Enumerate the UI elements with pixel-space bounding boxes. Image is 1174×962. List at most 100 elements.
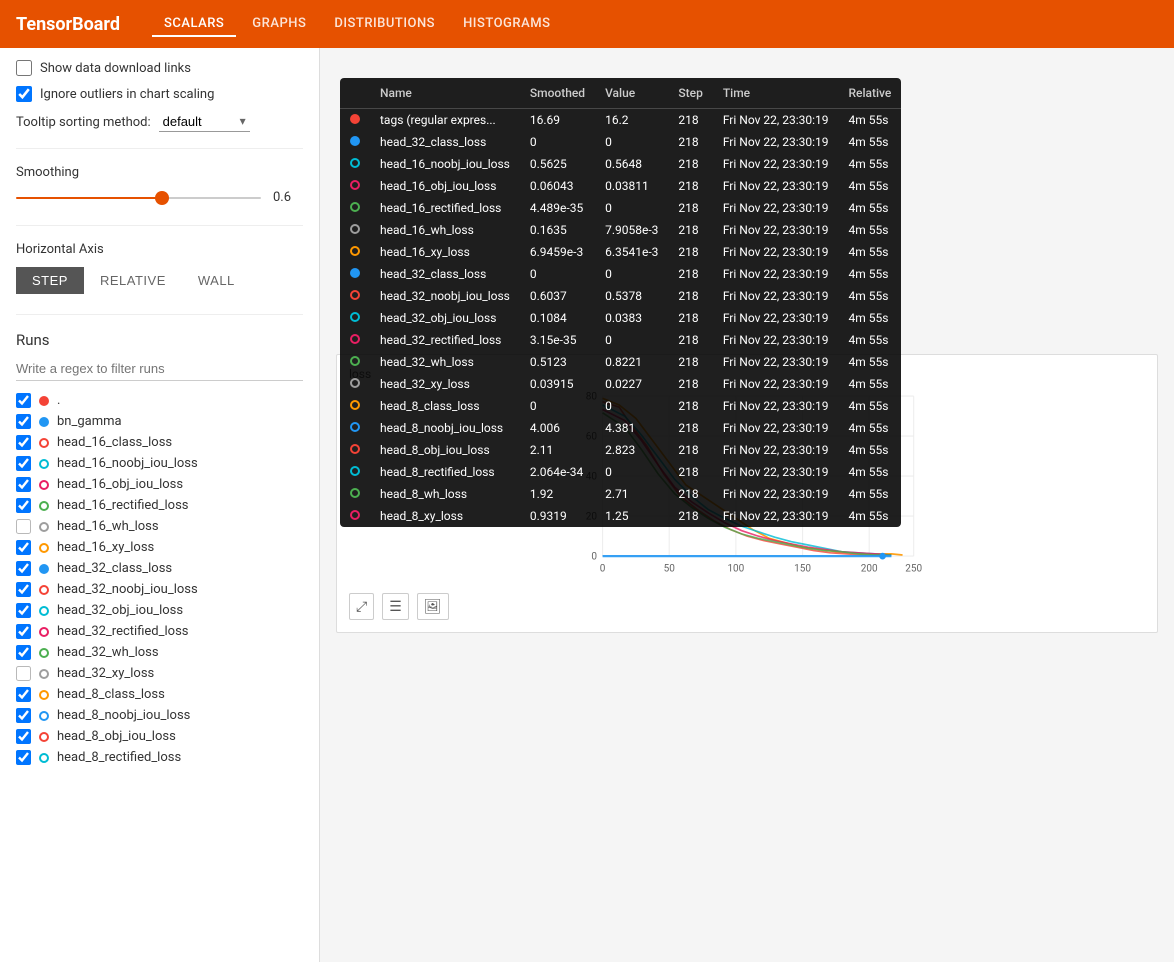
run-checkbox[interactable] (16, 582, 31, 597)
axis-btn-wall[interactable]: WALL (182, 267, 251, 294)
run-checkbox[interactable] (16, 498, 31, 513)
run-item: head_16_class_loss (16, 435, 303, 450)
tooltip-cell: Fri Nov 22, 23:30:19 (713, 307, 839, 329)
run-checkbox[interactable] (16, 519, 31, 534)
col-relative: Relative (838, 78, 901, 109)
tooltip-cell: Fri Nov 22, 23:30:19 (713, 175, 839, 197)
svg-text:0: 0 (600, 564, 606, 575)
tooltip-row: head_8_rectified_loss2.064e-340218Fri No… (340, 461, 901, 483)
run-checkbox[interactable] (16, 477, 31, 492)
run-color-indicator (39, 543, 49, 553)
run-color-indicator (39, 438, 49, 448)
smoothing-slider[interactable] (16, 197, 261, 199)
run-label: head_16_xy_loss (57, 540, 154, 555)
tooltip-row: head_32_class_loss00218Fri Nov 22, 23:30… (340, 131, 901, 153)
tooltip-cell: head_8_rectified_loss (370, 461, 520, 483)
run-color-indicator (39, 459, 49, 469)
tooltip-cell: 218 (668, 153, 712, 175)
axis-btn-relative[interactable]: RELATIVE (84, 267, 182, 294)
tooltip-cell: 4m 55s (838, 241, 901, 263)
tooltip-cell: 218 (668, 109, 712, 132)
tooltip-cell: 218 (668, 417, 712, 439)
tooltip-cell: 218 (668, 131, 712, 153)
tooltip-cell: 0 (595, 329, 668, 351)
run-checkbox[interactable] (16, 750, 31, 765)
tooltip-sorting-select[interactable]: default ascending descending (159, 112, 250, 132)
svg-text:50: 50 (664, 564, 676, 575)
col-name (340, 78, 370, 109)
axis-btn-step[interactable]: STEP (16, 267, 84, 294)
tooltip-cell: 0.1084 (520, 307, 595, 329)
tooltip-row: head_8_noobj_iou_loss4.0064.381218Fri No… (340, 417, 901, 439)
run-checkbox[interactable] (16, 687, 31, 702)
horizontal-axis-section: Horizontal Axis STEP RELATIVE WALL (16, 242, 303, 294)
run-label: head_8_rectified_loss (57, 750, 181, 765)
tooltip-cell: 0 (595, 197, 668, 219)
expand-button[interactable]: ⤢ (349, 593, 374, 620)
run-label: head_32_xy_loss (57, 666, 154, 681)
run-checkbox[interactable] (16, 729, 31, 744)
ignore-outliers-checkbox[interactable] (16, 86, 32, 102)
run-item: head_16_rectified_loss (16, 498, 303, 513)
tooltip-cell: head_8_wh_loss (370, 483, 520, 505)
run-checkbox[interactable] (16, 414, 31, 429)
tooltip-cell: head_32_obj_iou_loss (370, 307, 520, 329)
tooltip-cell: 4.006 (520, 417, 595, 439)
tooltip-cell: 0.5648 (595, 153, 668, 175)
tooltip-cell: 4m 55s (838, 417, 901, 439)
tooltip-cell: head_16_xy_loss (370, 241, 520, 263)
tooltip-cell: head_8_xy_loss (370, 505, 520, 527)
run-item: head_16_xy_loss (16, 540, 303, 555)
hover-tooltip: Name Smoothed Value Step Time Relative t… (340, 78, 901, 527)
run-color-indicator (39, 690, 49, 700)
run-item: . (16, 393, 303, 408)
run-checkbox[interactable] (16, 603, 31, 618)
image-button[interactable]: 🖼 (417, 593, 449, 620)
smoothing-section: Smoothing 0.6 (16, 165, 303, 205)
tooltip-tbody: tags (regular expres...16.6916.2218Fri N… (340, 109, 901, 528)
tooltip-sorting-select-wrapper[interactable]: default ascending descending (159, 112, 250, 132)
run-color-indicator (39, 585, 49, 595)
tooltip-cell: 0 (520, 131, 595, 153)
tooltip-cell: 0.0383 (595, 307, 668, 329)
tooltip-cell: head_32_rectified_loss (370, 329, 520, 351)
run-checkbox[interactable] (16, 393, 31, 408)
tooltip-cell: 0.8221 (595, 351, 668, 373)
run-color-indicator (39, 606, 49, 616)
tooltip-cell: Fri Nov 22, 23:30:19 (713, 417, 839, 439)
tooltip-cell: 218 (668, 263, 712, 285)
run-label: head_32_obj_iou_loss (57, 603, 183, 618)
run-checkbox[interactable] (16, 456, 31, 471)
show-download-row: Show data download links (16, 60, 303, 76)
nav-graphs[interactable]: GRAPHS (240, 12, 318, 37)
run-checkbox[interactable] (16, 624, 31, 639)
runs-filter-input[interactable] (16, 357, 303, 381)
run-checkbox[interactable] (16, 540, 31, 555)
tooltip-cell: head_16_wh_loss (370, 219, 520, 241)
run-checkbox[interactable] (16, 435, 31, 450)
tooltip-dot-cell (340, 395, 370, 417)
tooltip-cell: head_16_rectified_loss (370, 197, 520, 219)
show-download-label: Show data download links (40, 61, 191, 76)
nav-distributions[interactable]: DISTRIBUTIONS (322, 12, 447, 37)
run-checkbox[interactable] (16, 645, 31, 660)
divider-1 (16, 148, 303, 149)
runs-section: Runs .bn_gammahead_16_class_losshead_16_… (16, 331, 303, 765)
tooltip-cell: 2.823 (595, 439, 668, 461)
tooltip-dot-cell (340, 263, 370, 285)
header: TensorBoard SCALARS GRAPHS DISTRIBUTIONS… (0, 0, 1174, 48)
run-label: head_8_class_loss (57, 687, 165, 702)
run-checkbox[interactable] (16, 666, 31, 681)
list-button[interactable]: ☰ (382, 593, 409, 620)
show-download-checkbox[interactable] (16, 60, 32, 76)
run-label: head_16_rectified_loss (57, 498, 189, 513)
tooltip-cell: Fri Nov 22, 23:30:19 (713, 395, 839, 417)
horizontal-axis-title: Horizontal Axis (16, 242, 303, 257)
run-checkbox[interactable] (16, 708, 31, 723)
run-color-indicator (39, 417, 49, 427)
nav-scalars[interactable]: SCALARS (152, 12, 236, 37)
tooltip-dot-cell (340, 307, 370, 329)
run-checkbox[interactable] (16, 561, 31, 576)
nav-histograms[interactable]: HISTOGRAMS (451, 12, 562, 37)
run-item: head_16_obj_iou_loss (16, 477, 303, 492)
